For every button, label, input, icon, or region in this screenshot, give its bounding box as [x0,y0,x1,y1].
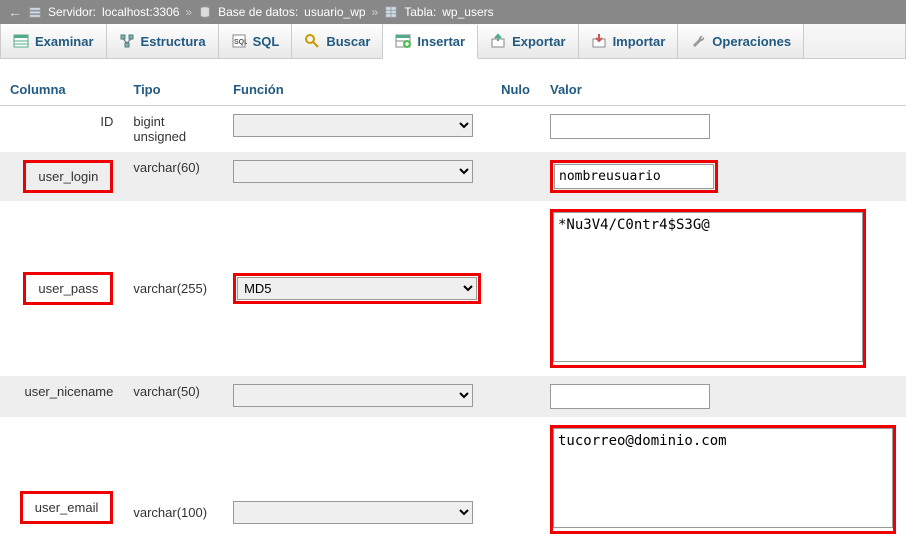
tab-examinar[interactable]: Examinar [1,24,107,58]
breadcrumb-sep: » [372,5,379,19]
col-name-user-email: user_email [20,491,114,524]
col-type-user-login: varchar(60) [123,152,223,201]
col-name-id: ID [0,106,123,153]
value-input-id[interactable] [550,114,710,139]
back-arrow-icon[interactable]: ← [8,4,22,20]
func-select-id[interactable] [233,114,473,137]
tab-insertar[interactable]: Insertar [383,25,478,59]
tab-label: Buscar [326,34,370,49]
tab-sql[interactable]: SQL SQL [219,24,293,58]
header-valor: Valor [540,74,906,106]
col-type-user-pass: varchar(255) [123,201,223,376]
col-name-user-pass: user_pass [23,272,113,305]
breadcrumb-sep: » [185,5,192,19]
table-header-row: Columna Tipo Función Nulo Valor [0,74,906,106]
func-select-user-pass[interactable]: MD5 [237,277,477,300]
table-value[interactable]: wp_users [442,5,493,19]
col-name-user-login: user_login [23,160,113,193]
insert-table: Columna Tipo Función Nulo Valor ID bigin… [0,74,906,542]
func-select-user-nicename[interactable] [233,384,473,407]
import-icon [591,33,607,49]
row-id: ID bigint unsigned [0,106,906,153]
tab-label: SQL [253,34,280,49]
header-funcion[interactable]: Función [233,82,284,97]
server-icon [28,5,42,19]
tab-label: Exportar [512,34,565,49]
sql-icon: SQL [231,33,247,49]
structure-icon [119,33,135,49]
row-user-nicename: user_nicename varchar(50) [0,376,906,417]
tab-estructura[interactable]: Estructura [107,24,219,58]
col-name-user-nicename: user_nicename [0,376,123,417]
value-textarea-user-pass[interactable] [553,212,863,362]
search-icon [304,33,320,49]
tab-bar: Examinar Estructura SQL SQL Buscar Inser… [0,24,906,59]
value-textarea-user-email[interactable] [553,428,893,528]
tab-importar[interactable]: Importar [579,24,679,58]
col-type-user-email: varchar(100) [123,417,223,542]
tab-buscar[interactable]: Buscar [292,24,383,58]
tab-operaciones[interactable]: Operaciones [678,24,804,58]
database-icon [198,5,212,19]
row-user-pass: user_pass varchar(255) MD5 [0,201,906,376]
form-content: Columna Tipo Función Nulo Valor ID bigin… [0,59,906,542]
tab-label: Operaciones [712,34,791,49]
table-label: Tabla: [404,5,436,19]
table-icon [384,5,398,19]
tab-label: Insertar [417,34,465,49]
tab-label: Importar [613,34,666,49]
export-icon [490,33,506,49]
header-columna: Columna [0,74,123,106]
browse-icon [13,33,29,49]
value-input-user-nicename[interactable] [550,384,710,409]
db-value[interactable]: usuario_wp [304,5,365,19]
col-type-user-nicename: varchar(50) [123,376,223,417]
func-select-user-login[interactable] [233,160,473,183]
tab-label: Examinar [35,34,94,49]
value-input-user-login[interactable] [554,164,714,189]
server-value[interactable]: localhost:3306 [102,5,179,19]
svg-text:SQL: SQL [234,39,247,46]
breadcrumb: ← Servidor: localhost:3306 » Base de dat… [0,0,906,24]
wrench-icon [690,33,706,49]
header-tipo[interactable]: Tipo [133,82,160,97]
col-type-id: bigint unsigned [123,106,223,153]
insert-icon [395,33,411,49]
tab-label: Estructura [141,34,206,49]
db-label: Base de datos: [218,5,298,19]
tab-exportar[interactable]: Exportar [478,24,578,58]
header-nulo: Nulo [491,74,540,106]
func-select-user-email[interactable] [233,501,473,524]
row-user-login: user_login varchar(60) [0,152,906,201]
server-label: Servidor: [48,5,96,19]
row-user-email: user_email varchar(100) [0,417,906,542]
